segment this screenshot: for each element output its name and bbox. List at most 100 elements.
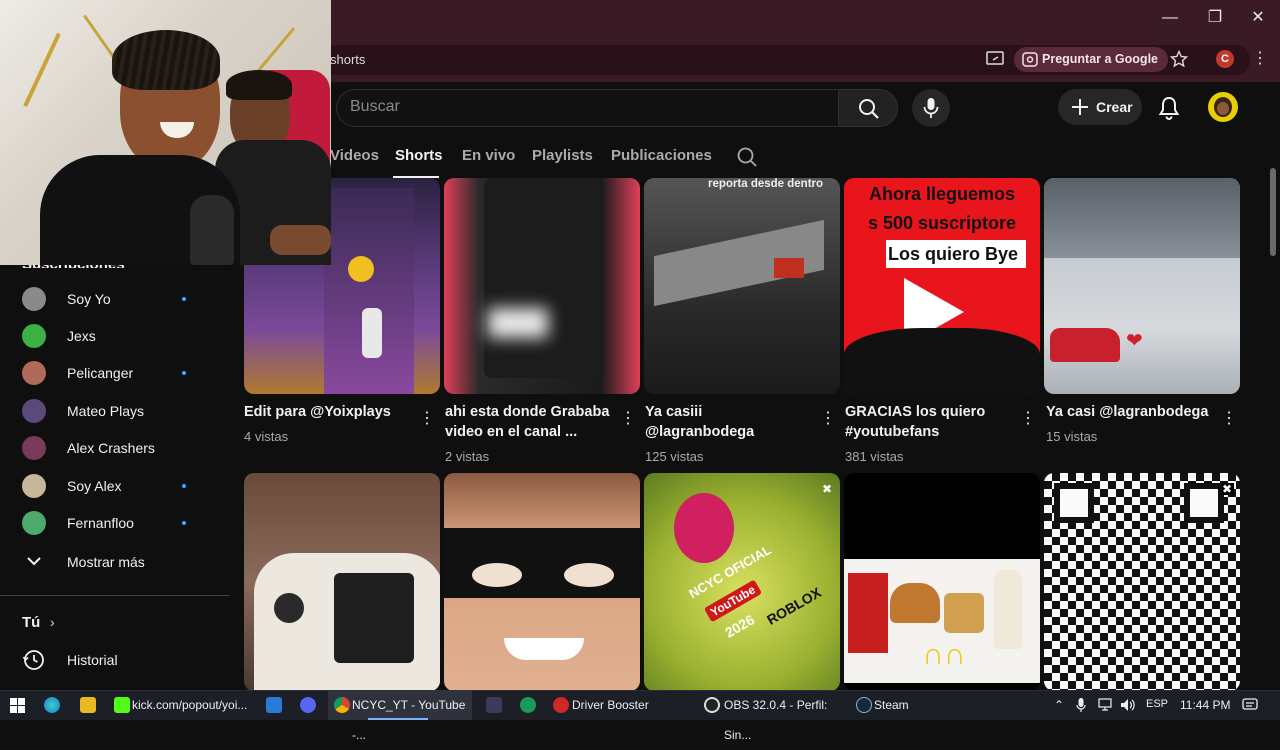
sidebar-subscription-item[interactable]: Pelicanger [22,360,202,386]
channel-avatar [22,399,46,423]
taskbar-item-kick[interactable]: kick.com/popout/yoi... [112,690,254,720]
short-thumbnail[interactable] [444,178,640,394]
steam-icon [856,697,872,713]
notifications-bell-icon[interactable] [1156,95,1182,121]
short-menu-icon[interactable]: ⋮ [820,410,836,428]
taskbar-clock[interactable]: 11:44 PM [1180,698,1230,712]
sidebar-subscription-item[interactable]: Mateo Plays [22,398,202,424]
create-button[interactable]: Crear [1058,89,1142,125]
short-title[interactable]: Edit para @Yoixplays [244,402,414,422]
volume-icon[interactable] [1120,698,1136,712]
taskbar-item-label: kick.com/popout/yoi... [132,698,248,712]
sidebar-subscription-item[interactable]: Soy Yo [22,286,202,312]
discord-icon[interactable] [300,697,316,713]
channel-avatar [22,324,46,348]
lens-icon [1022,52,1038,67]
app-icon[interactable] [486,697,502,713]
tab-playlists[interactable]: Playlists [532,147,593,164]
sidebar-divider [0,595,230,596]
short-thumbnail[interactable]: NCYC OFICIAL YouTube 2026 ROBLOX ✖ [644,473,840,691]
taskbar-item-driver-booster[interactable]: Driver Booster [550,690,690,720]
taskbar-item-obs[interactable]: OBS 32.0.4 - Perfil: Sin... [702,690,848,742]
channel-name: Mateo Plays [67,403,145,419]
search-input[interactable] [336,89,838,127]
thumbnail-overlay-text: s 500 suscriptore [867,213,1017,233]
channel-avatar [22,474,46,498]
tray-expand-icon[interactable]: ⌃ [1054,690,1066,720]
edge-icon[interactable] [44,697,60,713]
browser-profile-avatar[interactable]: C [1216,50,1234,68]
voice-search-button[interactable] [912,89,950,127]
taskbar-item-chrome[interactable]: NCYC_YT - YouTube -... [328,690,472,742]
page-scrollbar[interactable] [1270,168,1276,256]
sidebar-subscription-item[interactable]: Alex Crashers [22,435,202,461]
short-menu-icon[interactable]: ⋮ [419,410,435,428]
capcut-icon: ✖ [1222,482,1234,496]
search-icon [859,99,879,119]
channel-search-icon[interactable] [736,146,758,168]
network-icon[interactable] [1098,698,1112,711]
show-more-button[interactable]: Mostrar más [67,554,145,570]
taskbar-item-label: Steam [874,698,909,712]
capcut-icon: ✖ [822,482,833,496]
search-placeholder: Buscar [350,98,400,115]
microphone-tray-icon[interactable] [1076,697,1086,713]
windows-start-icon[interactable] [10,698,25,713]
short-title[interactable]: Ya casiii @lagranbodega [645,402,795,442]
short-thumbnail[interactable]: reporta desde dentro [644,178,840,394]
chevron-down-icon [27,557,41,566]
short-thumbnail[interactable] [444,473,640,691]
short-thumbnail[interactable]: Ahora lleguemos s 500 suscriptore Los qu… [844,178,1040,394]
short-views: 2 vistas [445,449,490,464]
channel-avatar [22,436,46,460]
heart-icon: ❤ [1126,330,1143,352]
new-content-dot [182,371,186,375]
input-language[interactable]: ESP [1146,698,1168,710]
account-avatar[interactable] [1208,92,1238,122]
mail-icon[interactable] [266,697,282,713]
tab-shorts[interactable]: Shorts [395,147,443,164]
short-menu-icon[interactable]: ⋮ [1221,410,1237,428]
short-title[interactable]: Ya casi @lagranbodega [1046,402,1216,422]
sidebar-subscription-item[interactable]: Soy Alex [22,473,202,499]
browser-menu-icon[interactable]: ⋮ [1252,49,1268,69]
short-thumbnail[interactable]: ∩∩ [844,473,1040,691]
channel-name: Pelicanger [67,365,134,381]
minimize-icon[interactable]: — [1160,8,1180,28]
short-menu-icon[interactable]: ⋮ [1020,410,1036,428]
short-thumbnail[interactable] [244,473,440,691]
file-explorer-icon[interactable] [80,697,96,713]
short-menu-icon[interactable]: ⋮ [620,410,636,428]
taskbar-item-steam[interactable]: Steam [854,690,934,720]
notification-center-icon[interactable] [1242,697,1258,713]
channel-avatar [22,511,46,535]
plus-icon [1072,99,1088,115]
maximize-icon[interactable]: ❐ [1205,8,1225,28]
sidebar-item-history[interactable]: Historial [67,652,118,668]
close-icon[interactable]: ✕ [1248,8,1268,28]
taskbar-item-label: OBS 32.0.4 - Perfil: Sin... [724,698,828,742]
thumbnail-overlay-text: Los quiero Bye [888,244,1019,264]
tab-live[interactable]: En vivo [462,147,515,164]
cast-icon[interactable] [986,51,1004,67]
url-text[interactable]: shorts [330,52,365,67]
bookmark-star-icon[interactable] [1170,50,1188,68]
channel-name: Alex Crashers [67,440,155,456]
channel-avatar [22,361,46,385]
short-thumbnail[interactable]: ❤ [1044,178,1240,394]
short-thumbnail[interactable]: ✖ [1044,473,1240,691]
short-title[interactable]: GRACIAS los quiero #youtubefans [845,402,1015,442]
upwork-icon[interactable] [520,697,536,713]
sidebar-subscription-item[interactable]: Fernanfloo [22,510,202,536]
ask-google-button[interactable]: Preguntar a Google [1014,47,1168,72]
channel-name: Jexs [67,328,96,344]
short-views: 15 vistas [1046,429,1098,444]
tab-posts[interactable]: Publicaciones [611,147,712,164]
chrome-icon [334,697,350,713]
tab-videos[interactable]: Videos [330,147,379,164]
short-title[interactable]: ahi esta donde Grababa video en el canal… [445,402,615,442]
sidebar-subscription-item[interactable]: Jexs [22,323,202,349]
new-content-dot [182,297,186,301]
search-button[interactable] [838,89,898,127]
you-section-link[interactable]: Tú [22,614,40,631]
